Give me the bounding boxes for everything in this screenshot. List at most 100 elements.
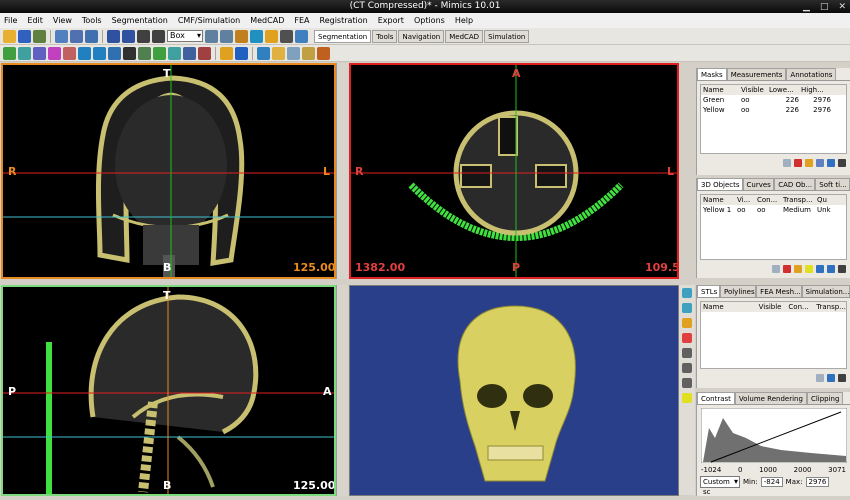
morphology-icon[interactable] bbox=[63, 46, 76, 60]
object-visible[interactable]: oo bbox=[735, 205, 755, 215]
duplicate-icon[interactable] bbox=[805, 159, 813, 167]
tab-volume-rendering[interactable]: Volume Rendering bbox=[734, 392, 807, 404]
view-icon[interactable] bbox=[85, 29, 98, 43]
new-stl-icon[interactable] bbox=[816, 374, 824, 382]
menu-registration[interactable]: Registration bbox=[320, 16, 368, 25]
view-stl-icon[interactable] bbox=[827, 374, 835, 382]
menu-help[interactable]: Help bbox=[455, 16, 473, 25]
open-icon[interactable] bbox=[3, 29, 16, 43]
tab-masks[interactable]: Masks bbox=[697, 68, 727, 80]
menu-view[interactable]: View bbox=[53, 16, 72, 25]
3d-light-icon[interactable] bbox=[682, 318, 692, 328]
shield-icon[interactable] bbox=[257, 46, 270, 60]
tool-combo[interactable]: Box bbox=[167, 30, 203, 42]
contrast-histogram[interactable] bbox=[700, 407, 848, 464]
panel-icon[interactable] bbox=[295, 29, 308, 43]
new-mask-icon[interactable] bbox=[783, 159, 791, 167]
3d-yellow-icon[interactable] bbox=[682, 393, 692, 403]
contrast-preset-select[interactable]: Custom sc bbox=[700, 476, 740, 496]
object-contour[interactable]: oo bbox=[755, 205, 781, 215]
mask-visible-yellow[interactable]: oo bbox=[739, 105, 767, 115]
edit-mask-icon[interactable] bbox=[33, 46, 46, 60]
duplicate-object-icon[interactable] bbox=[794, 265, 802, 273]
layers-icon[interactable] bbox=[220, 46, 233, 60]
mask-visible-green[interactable]: oo bbox=[739, 95, 767, 105]
3d-rotate-icon[interactable] bbox=[682, 363, 692, 373]
3d-marker-icon[interactable] bbox=[682, 333, 692, 343]
multiple-slice-icon[interactable] bbox=[48, 46, 61, 60]
tab-clipping[interactable]: Clipping bbox=[806, 392, 844, 404]
menu-export[interactable]: Export bbox=[378, 16, 404, 25]
draw-icon[interactable] bbox=[123, 46, 136, 60]
object-transparency[interactable]: Medium bbox=[781, 205, 815, 215]
fill-icon[interactable] bbox=[93, 46, 106, 60]
redo-icon[interactable] bbox=[122, 29, 135, 43]
print-icon[interactable] bbox=[33, 29, 46, 43]
info-icon[interactable] bbox=[250, 29, 263, 43]
more-objects-icon[interactable] bbox=[838, 265, 846, 273]
tab-curves[interactable]: Curves bbox=[742, 178, 775, 190]
tab-soft-tissue[interactable]: Soft ti... bbox=[815, 178, 850, 190]
menu-cmf-simulation[interactable]: CMF/Simulation bbox=[178, 16, 240, 25]
3d-reset-icon[interactable] bbox=[682, 303, 692, 313]
min-input[interactable]: -824 bbox=[760, 477, 783, 487]
new-object-icon[interactable] bbox=[772, 265, 780, 273]
grid-icon[interactable] bbox=[55, 29, 68, 43]
copy-icon[interactable] bbox=[287, 46, 300, 60]
tab-stls[interactable]: STLs bbox=[697, 285, 720, 297]
tab-medcad[interactable]: MedCAD bbox=[445, 29, 484, 43]
unlock-icon[interactable] bbox=[272, 46, 285, 60]
sagittal-scrollbar[interactable] bbox=[336, 285, 348, 496]
tab-cad-objects[interactable]: CAD Ob... bbox=[774, 178, 816, 190]
table-row[interactable]: Yellow oo 226 2976 bbox=[701, 105, 846, 115]
crop-icon[interactable] bbox=[108, 46, 121, 60]
viewport-3d[interactable] bbox=[349, 285, 679, 496]
save-icon[interactable] bbox=[18, 29, 31, 43]
3d-camera-icon[interactable] bbox=[682, 348, 692, 358]
viewport-axial[interactable]: A P R L 1382.00 109.5 bbox=[349, 63, 679, 279]
layout-icon[interactable] bbox=[70, 29, 83, 43]
menu-fea[interactable]: FEA bbox=[294, 16, 309, 25]
measure-icon[interactable] bbox=[235, 29, 248, 43]
settings-icon[interactable] bbox=[280, 29, 293, 43]
menu-edit[interactable]: Edit bbox=[27, 16, 43, 25]
view-object-icon[interactable] bbox=[827, 265, 835, 273]
undo-icon[interactable] bbox=[107, 29, 120, 43]
split-icon[interactable] bbox=[198, 46, 211, 60]
tab-polylines[interactable]: Polylines bbox=[719, 285, 757, 297]
more-stl-icon[interactable] bbox=[838, 374, 846, 382]
table-row[interactable]: Green oo 226 2976 bbox=[701, 95, 846, 105]
tab-segmentation[interactable]: Segmentation bbox=[314, 29, 372, 43]
coronal-scrollbar[interactable] bbox=[336, 63, 348, 279]
3d-move-icon[interactable] bbox=[682, 378, 692, 388]
region-grow-icon[interactable] bbox=[18, 46, 31, 60]
move-object-icon[interactable] bbox=[816, 265, 824, 273]
menu-options[interactable]: Options bbox=[414, 16, 445, 25]
menu-tools[interactable]: Tools bbox=[82, 16, 102, 25]
tab-contrast[interactable]: Contrast bbox=[697, 392, 735, 404]
more-icon[interactable] bbox=[838, 159, 846, 167]
wrap-icon[interactable] bbox=[183, 46, 196, 60]
threshold-icon[interactable] bbox=[3, 46, 16, 60]
delete-icon[interactable] bbox=[794, 159, 802, 167]
tab-navigation[interactable]: Navigation bbox=[398, 29, 445, 43]
cube-icon[interactable] bbox=[235, 46, 248, 60]
color-icon[interactable] bbox=[805, 265, 813, 273]
rotate-icon[interactable] bbox=[137, 29, 150, 43]
menu-segmentation[interactable]: Segmentation bbox=[112, 16, 168, 25]
tab-simulation[interactable]: Simulation bbox=[484, 29, 530, 43]
pan-icon[interactable] bbox=[152, 29, 165, 43]
max-input[interactable]: 2976 bbox=[805, 477, 830, 487]
zoom-icon[interactable] bbox=[205, 29, 218, 43]
tab-simulation-objects[interactable]: Simulation... bbox=[801, 285, 850, 297]
viewport-sagittal[interactable]: T B P A 125.00 bbox=[1, 285, 336, 496]
3d-view-icon[interactable] bbox=[682, 288, 692, 298]
tab-fea-mesh[interactable]: FEA Mesh... bbox=[756, 285, 802, 297]
zoom-window-icon[interactable] bbox=[220, 29, 233, 43]
contour-icon[interactable] bbox=[265, 29, 278, 43]
calculate-icon[interactable] bbox=[827, 159, 835, 167]
menu-file[interactable]: File bbox=[4, 16, 17, 25]
smooth-icon[interactable] bbox=[168, 46, 181, 60]
tab-tools[interactable]: Tools bbox=[372, 29, 398, 43]
tag-icon[interactable] bbox=[317, 46, 330, 60]
